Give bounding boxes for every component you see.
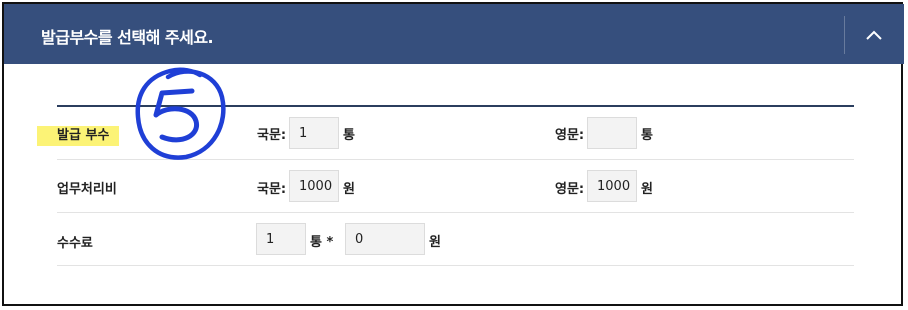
header-divider <box>844 16 845 54</box>
section-top-line <box>57 105 854 107</box>
row-separator <box>57 265 854 266</box>
panel-title: 발급부수를 선택해 주세요. <box>41 28 214 47</box>
fee-count-input[interactable] <box>256 223 306 255</box>
fee-total-input[interactable] <box>345 223 425 255</box>
korean-copies-input[interactable] <box>289 117 339 149</box>
row-separator <box>57 212 854 213</box>
korean-copies-label: 국문: <box>257 128 287 143</box>
korean-processing-unit: 원 <box>343 182 355 197</box>
panel-header: 발급부수를 선택해 주세요. <box>4 4 904 64</box>
chevron-up-icon <box>866 30 882 40</box>
english-copies-input[interactable] <box>587 117 637 149</box>
english-copies-unit: 통 <box>641 128 653 143</box>
row-label-processing-fee: 업무처리비 <box>57 182 117 197</box>
fee-total-unit: 원 <box>429 235 441 250</box>
fee-count-unit: 통 * <box>310 235 334 250</box>
english-processing-label: 영문: <box>555 182 585 197</box>
english-processing-fee-input[interactable] <box>587 170 637 202</box>
korean-processing-label: 국문: <box>257 182 287 197</box>
korean-processing-fee-input[interactable] <box>289 170 339 202</box>
english-processing-unit: 원 <box>641 182 653 197</box>
korean-copies-unit: 통 <box>343 128 355 143</box>
row-label-fee: 수수료 <box>57 236 93 251</box>
english-copies-label: 영문: <box>555 128 585 143</box>
row-label-copies: 발급 부수 <box>57 128 110 143</box>
row-separator <box>57 159 854 160</box>
collapse-toggle-button[interactable] <box>854 20 894 54</box>
